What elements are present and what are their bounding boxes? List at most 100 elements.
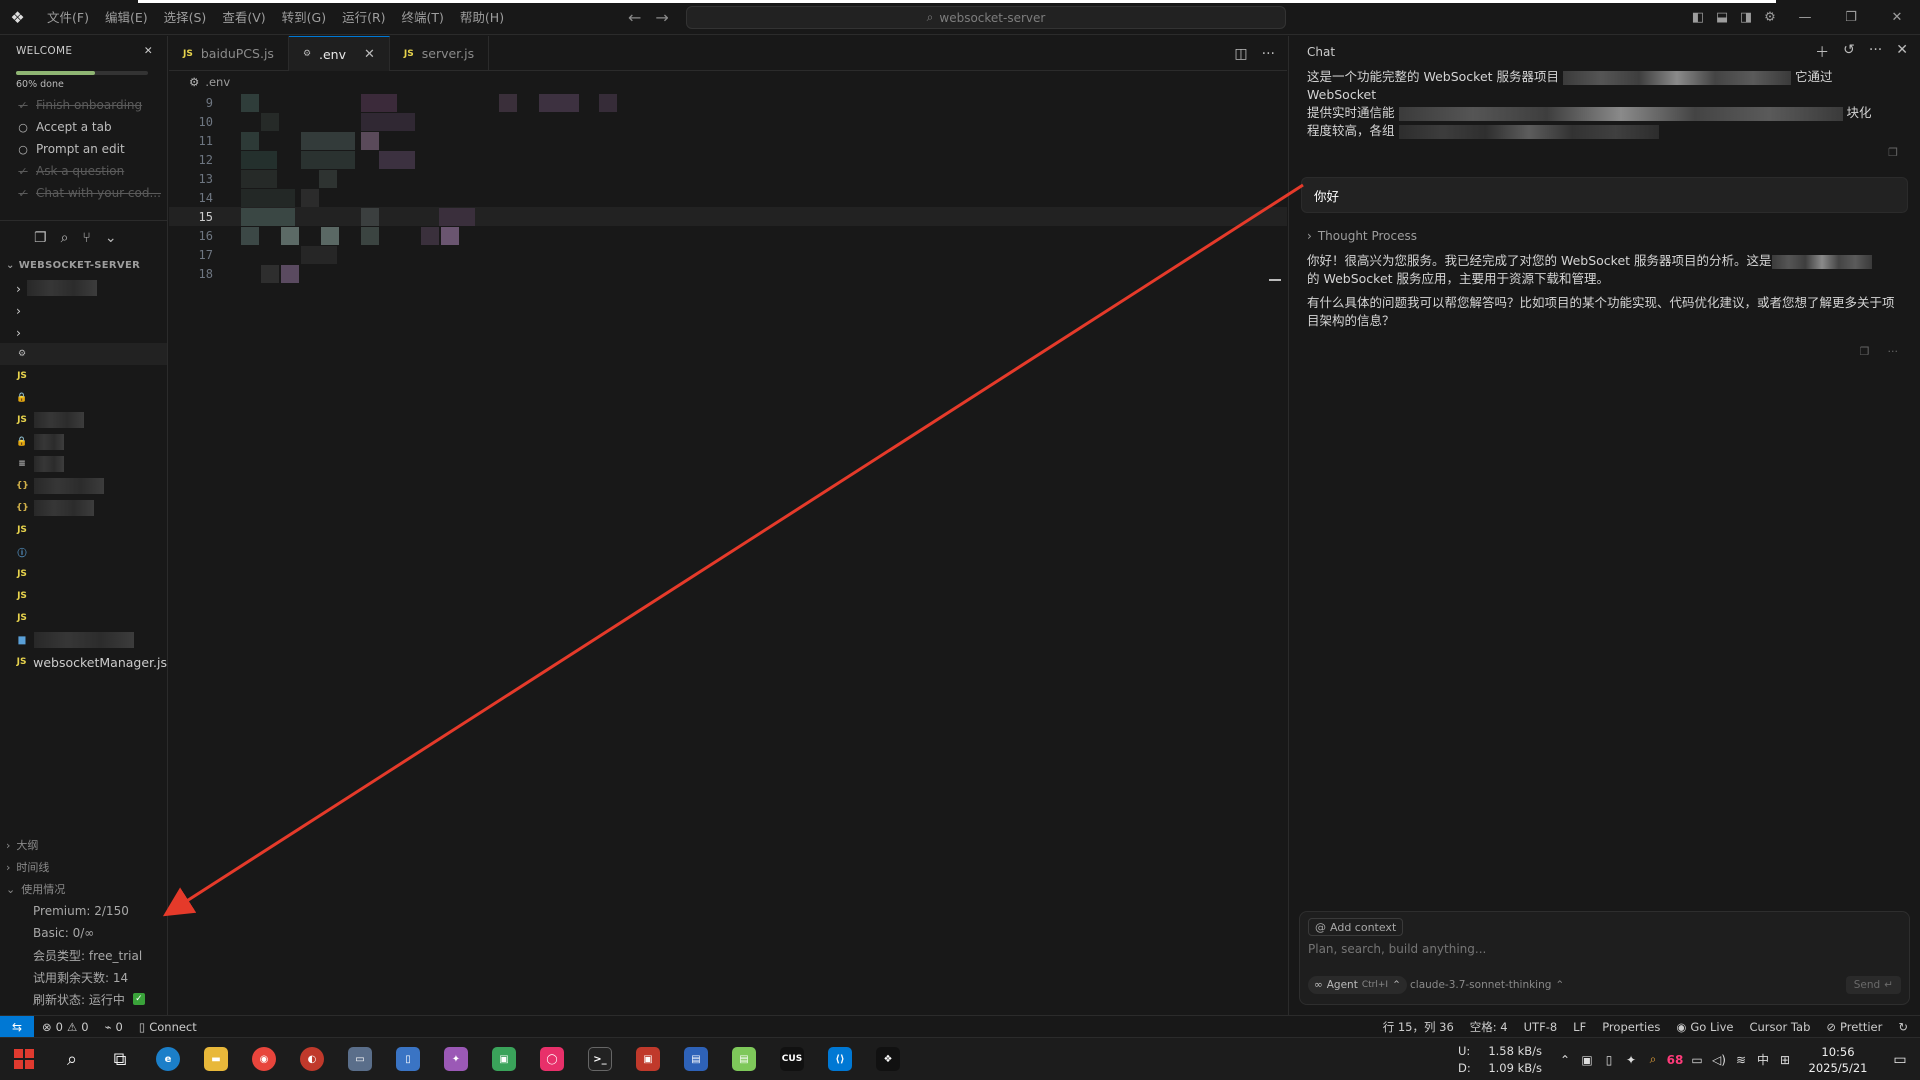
ime-indicator[interactable]: 中: [1752, 1051, 1774, 1068]
green-app-icon[interactable]: ▣: [480, 1038, 528, 1080]
tree-file[interactable]: ≡: [0, 453, 167, 475]
tree-file-env[interactable]: ⚙: [0, 343, 167, 365]
battery-percent[interactable]: 68: [1664, 1053, 1686, 1067]
search-icon[interactable]: ⌕: [61, 230, 69, 246]
history-icon[interactable]: ↺: [1843, 42, 1855, 62]
chevron-up-icon[interactable]: ⌃: [1554, 1053, 1576, 1067]
tree-folder[interactable]: ›: [0, 299, 167, 321]
tree-file[interactable]: JS: [0, 409, 167, 431]
usage-section[interactable]: ⌄ 使用情况: [0, 878, 168, 900]
copy-icon[interactable]: ❐: [1860, 345, 1870, 358]
notepad-icon[interactable]: ▤: [720, 1038, 768, 1080]
menu-selection[interactable]: 选择(S): [156, 0, 215, 35]
tray-search-icon[interactable]: ⌕: [1642, 1052, 1664, 1067]
tray-colorful-icon[interactable]: ✦: [1620, 1053, 1642, 1067]
tree-file[interactable]: 🔒: [0, 387, 167, 409]
tree-file[interactable]: JS: [0, 585, 167, 607]
cursor-logo-icon[interactable]: ❖: [0, 0, 35, 35]
encoding[interactable]: UTF-8: [1516, 1020, 1566, 1034]
restore-button[interactable]: ❐: [1828, 0, 1874, 35]
wifi-icon[interactable]: ≋: [1730, 1053, 1752, 1067]
chevron-down-icon[interactable]: ⌄: [105, 230, 117, 246]
tree-file[interactable]: JS: [0, 365, 167, 387]
task-view-icon[interactable]: ⧉: [96, 1038, 144, 1080]
tree-file[interactable]: {}: [0, 475, 167, 497]
tree-file[interactable]: JS: [0, 607, 167, 629]
toggle-secondary-sidebar-icon[interactable]: ◨: [1734, 0, 1758, 35]
timeline-section[interactable]: › 时间线: [0, 856, 168, 878]
command-center-search[interactable]: ⌕ websocket-server: [686, 6, 1286, 29]
cursor-app-icon[interactable]: ❖: [864, 1038, 912, 1080]
prettier-indicator[interactable]: ⊘ Prettier: [1818, 1020, 1890, 1034]
explorer-header[interactable]: ⌄ WEBSOCKET-SERVER: [0, 255, 167, 275]
tab-server[interactable]: JS server.js: [390, 36, 490, 71]
menu-help[interactable]: 帮助(H): [452, 0, 512, 35]
settings-gear-icon[interactable]: ⚙: [1758, 0, 1782, 35]
network-app-icon[interactable]: ▤: [672, 1038, 720, 1080]
back-arrow-icon[interactable]: ←: [628, 8, 641, 27]
tree-file[interactable]: ⓘ: [0, 541, 167, 563]
tree-file[interactable]: 🔒: [0, 431, 167, 453]
notifications-bell-icon[interactable]: ↻: [1890, 1020, 1916, 1034]
source-control-icon[interactable]: ⑂: [82, 230, 90, 246]
model-selector[interactable]: claude-3.7-sonnet-thinking ⌃: [1410, 976, 1564, 994]
cursor-position[interactable]: 行 15，列 36: [1375, 1019, 1462, 1035]
onboarding-item-chat-code[interactable]: ✓ Chat with your cod...: [18, 182, 167, 204]
menu-go[interactable]: 转到(G): [274, 0, 334, 35]
close-icon[interactable]: ✕: [144, 45, 153, 57]
language-mode[interactable]: Properties: [1594, 1020, 1668, 1034]
tray-usb-icon[interactable]: ▯: [1598, 1053, 1620, 1067]
notification-center-icon[interactable]: ▭: [1880, 1052, 1920, 1068]
indentation[interactable]: 空格: 4: [1462, 1019, 1516, 1035]
split-editor-icon[interactable]: ◫: [1234, 46, 1247, 62]
red-square-app-icon[interactable]: ▣: [624, 1038, 672, 1080]
terminal-icon[interactable]: >_: [576, 1038, 624, 1080]
more-actions-icon[interactable]: ···: [1262, 46, 1275, 62]
menu-view[interactable]: 查看(V): [214, 0, 273, 35]
add-context-button[interactable]: @ Add context: [1308, 918, 1404, 936]
file-explorer-icon[interactable]: ▬: [192, 1038, 240, 1080]
copy-icon[interactable]: ❐: [1888, 146, 1898, 159]
tree-file[interactable]: JS: [0, 563, 167, 585]
checkbox-checked-icon[interactable]: ✓: [132, 993, 145, 1005]
ports-indicator[interactable]: ⌁ 0: [97, 1020, 131, 1034]
start-button[interactable]: [0, 1038, 48, 1080]
code-view[interactable]: 9 10 11 12 13 14 15 16 17 18: [169, 93, 1287, 283]
menu-terminal[interactable]: 终端(T): [394, 0, 452, 35]
tree-file[interactable]: JS: [0, 519, 167, 541]
remote-indicator-icon[interactable]: ⇆: [0, 1015, 34, 1038]
tab-baidupcs[interactable]: JS baiduPCS.js: [169, 36, 289, 71]
explorer-files-icon[interactable]: ❐: [34, 230, 47, 246]
remote-desktop-icon[interactable]: ▭: [336, 1038, 384, 1080]
tree-folder[interactable]: ›: [0, 277, 167, 299]
end-of-line[interactable]: LF: [1565, 1020, 1594, 1034]
onboarding-item-prompt-edit[interactable]: ○ Prompt an edit: [18, 138, 167, 160]
more-icon[interactable]: ···: [1869, 42, 1882, 62]
pink-app-icon[interactable]: ◯: [528, 1038, 576, 1080]
battery-icon[interactable]: ▭: [1686, 1053, 1708, 1067]
close-icon[interactable]: ✕: [1896, 42, 1908, 62]
menu-run[interactable]: 运行(R): [334, 0, 393, 35]
onboarding-item-ask-question[interactable]: ✓ Ask a question: [18, 160, 167, 182]
user-message[interactable]: 你好: [1301, 177, 1908, 213]
onboarding-item-accept-tab[interactable]: ○ Accept a tab: [18, 116, 167, 138]
forward-arrow-icon[interactable]: →: [655, 8, 668, 27]
close-window-button[interactable]: ✕: [1874, 0, 1920, 35]
agent-mode-selector[interactable]: ∞ Agent Ctrl+I ⌃: [1308, 976, 1407, 994]
tree-file[interactable]: {}: [0, 497, 167, 519]
breadcrumb-file[interactable]: .env: [205, 75, 230, 89]
phone-app-icon[interactable]: ▯: [384, 1038, 432, 1080]
tree-folder[interactable]: ›: [0, 321, 167, 343]
search-icon[interactable]: ⌕: [48, 1038, 96, 1080]
onboarding-item-finish[interactable]: ✓ Finish onboarding: [18, 94, 167, 116]
cursor-tab-indicator[interactable]: Cursor Tab: [1741, 1020, 1818, 1034]
clock[interactable]: 10:56 2025/5/21: [1796, 1044, 1880, 1076]
keyboard-layout-icon[interactable]: ⊞: [1774, 1053, 1796, 1067]
toggle-primary-sidebar-icon[interactable]: ◧: [1686, 0, 1710, 35]
cus-app-icon[interactable]: CUS: [768, 1038, 816, 1080]
vscode-icon[interactable]: ⟨⟩: [816, 1038, 864, 1080]
minimize-button[interactable]: —: [1782, 0, 1828, 35]
close-icon[interactable]: ✕: [364, 47, 375, 62]
menu-edit[interactable]: 编辑(E): [97, 0, 156, 35]
toggle-panel-icon[interactable]: ⬓: [1710, 0, 1734, 35]
